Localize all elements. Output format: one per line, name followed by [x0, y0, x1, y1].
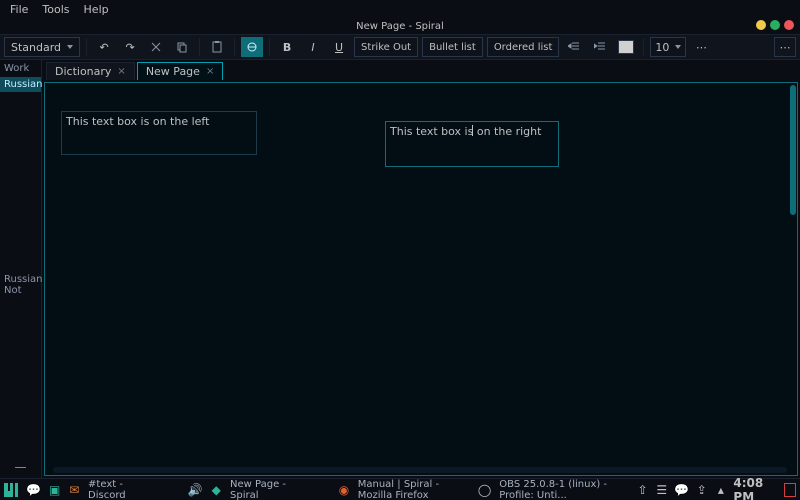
start-menu-button[interactable]	[4, 482, 18, 498]
undo-button[interactable]: ↶	[93, 37, 115, 57]
indent-button[interactable]	[589, 37, 611, 57]
obs-icon[interactable]: ◯	[478, 482, 491, 498]
orderedlist-button[interactable]: Ordered list	[487, 37, 560, 57]
sidebar-collapse[interactable]: —	[0, 456, 41, 478]
tab-label: Dictionary	[55, 65, 111, 78]
separator	[643, 38, 644, 56]
italic-button[interactable]: I	[302, 37, 324, 57]
copy-button[interactable]	[171, 37, 193, 57]
minimize-button[interactable]	[756, 20, 766, 30]
bold-button[interactable]: B	[276, 37, 298, 57]
chevron-down-icon	[67, 45, 73, 49]
tray-upload-icon[interactable]: ⇪	[695, 482, 708, 498]
close-button[interactable]	[784, 20, 794, 30]
document-tabs: Dictionary × New Page ×	[42, 60, 800, 80]
firefox-icon[interactable]: ◉	[338, 482, 350, 498]
task-firefox[interactable]: Manual | Spiral - Mozilla Firefox	[358, 479, 470, 500]
horizontal-scrollbar[interactable]	[53, 467, 787, 473]
system-tray: ⇧ ☰ 💬 ⇪ ▴ 4:08 PM	[636, 476, 796, 500]
separator	[234, 38, 235, 56]
volume-icon[interactable]: 🔊	[188, 482, 203, 498]
menu-help[interactable]: Help	[78, 1, 115, 18]
tray-update-icon[interactable]: ⇧	[636, 482, 649, 498]
textbox-left-content: This text box is on the left	[66, 115, 209, 128]
task-obs[interactable]: OBS 25.0.8-1 (linux) - Profile: Unti...	[499, 479, 628, 500]
toolbar: Standard ↶ ↷ B I U Strike Out Bullet lis…	[0, 34, 800, 60]
sidebar-item-russiannot[interactable]: Russian Not	[0, 272, 41, 298]
strikeout-button[interactable]: Strike Out	[354, 37, 418, 57]
textbox-left[interactable]: This text box is on the left	[61, 111, 257, 155]
bgcolor-button[interactable]	[615, 37, 637, 57]
fontsize-value: 10	[655, 41, 669, 54]
fontsize-dropdown[interactable]: 10	[650, 37, 686, 57]
titlebar: New Page - Spiral	[0, 18, 800, 34]
chevron-down-icon	[675, 45, 681, 49]
separator	[86, 38, 87, 56]
textbox-right[interactable]: This text box is on the right	[385, 121, 559, 167]
bulletlist-button[interactable]: Bullet list	[422, 37, 483, 57]
window-title: New Page - Spiral	[356, 21, 444, 32]
style-dropdown[interactable]: Standard	[4, 37, 80, 57]
textbox-right-content: This text box is on the right	[390, 125, 541, 138]
tray-discord-icon[interactable]: 💬	[674, 482, 689, 498]
task-discord[interactable]: #text - Discord	[88, 479, 143, 500]
menu-tools[interactable]: Tools	[36, 1, 75, 18]
tab-newpage[interactable]: New Page ×	[137, 62, 224, 80]
show-desktop-button[interactable]	[784, 483, 796, 497]
tray-shield-icon[interactable]: ☰	[655, 482, 668, 498]
maximize-button[interactable]	[770, 20, 780, 30]
separator	[199, 38, 200, 56]
outdent-button[interactable]	[563, 37, 585, 57]
taskbar-files-icon[interactable]: ▣	[49, 482, 61, 498]
underline-button[interactable]: U	[328, 37, 350, 57]
paste-button[interactable]	[206, 37, 228, 57]
tab-label: New Page	[146, 65, 200, 78]
scrollbar-thumb[interactable]	[790, 85, 796, 215]
tab-dictionary[interactable]: Dictionary ×	[46, 62, 135, 80]
sidebar-item-russian[interactable]: Russian	[0, 77, 41, 92]
more-button[interactable]: ⋯	[690, 37, 712, 57]
sidebar-heading: Work	[0, 60, 41, 77]
taskbar-spiral-icon[interactable]: ◆	[211, 482, 223, 498]
taskbar: 💬 ▣ ✉ #text - Discord 🔊 ◆ New Page - Spi…	[0, 478, 800, 500]
taskbar-mail-icon[interactable]: ✉	[69, 482, 81, 498]
link-button[interactable]	[241, 37, 263, 57]
text-caret	[472, 125, 473, 136]
cut-button[interactable]	[145, 37, 167, 57]
close-icon[interactable]: ×	[117, 66, 125, 77]
manjaro-icon	[4, 483, 18, 497]
clock[interactable]: 4:08 PM	[733, 476, 778, 500]
sidebar: Work Russian Russian Not —	[0, 60, 42, 478]
canvas[interactable]: This text box is on the left This text b…	[44, 82, 798, 476]
taskbar-discord-icon[interactable]: 💬	[26, 482, 41, 498]
menubar: File Tools Help	[0, 0, 800, 18]
close-icon[interactable]: ×	[206, 66, 214, 77]
redo-button[interactable]: ↷	[119, 37, 141, 57]
tray-chevron-icon[interactable]: ▴	[714, 482, 727, 498]
overflow-button[interactable]: ⋯	[774, 37, 796, 57]
separator	[269, 38, 270, 56]
menu-file[interactable]: File	[4, 1, 34, 18]
task-spiral[interactable]: New Page - Spiral	[230, 479, 293, 500]
vertical-scrollbar[interactable]	[789, 83, 797, 475]
color-swatch	[618, 40, 634, 54]
style-dropdown-label: Standard	[11, 41, 61, 54]
